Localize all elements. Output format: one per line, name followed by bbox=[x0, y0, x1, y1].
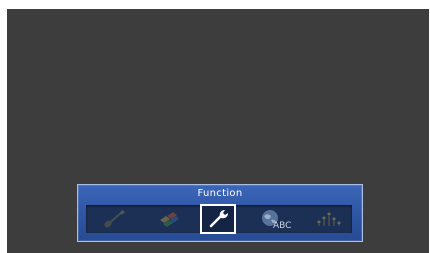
menu-item-audio-level[interactable] bbox=[302, 205, 354, 233]
menu-item-wrench[interactable] bbox=[200, 204, 236, 234]
screen-background: Function ABC bbox=[7, 9, 429, 253]
menu-item-guitar[interactable] bbox=[88, 205, 140, 233]
level-meter-icon bbox=[317, 212, 341, 226]
function-icon-strip: ABC bbox=[86, 204, 354, 234]
function-menu-panel: Function ABC bbox=[77, 184, 363, 242]
wrench-icon bbox=[209, 210, 228, 228]
globe-abc-icon: ABC bbox=[262, 210, 291, 230]
puzzle-icon bbox=[160, 212, 179, 227]
guitar-icon bbox=[104, 209, 125, 228]
menu-title: Function bbox=[197, 188, 243, 199]
menu-item-language[interactable]: ABC bbox=[250, 205, 302, 233]
globe-abc-label: ABC bbox=[273, 221, 291, 230]
menu-item-puzzle[interactable] bbox=[142, 205, 194, 233]
